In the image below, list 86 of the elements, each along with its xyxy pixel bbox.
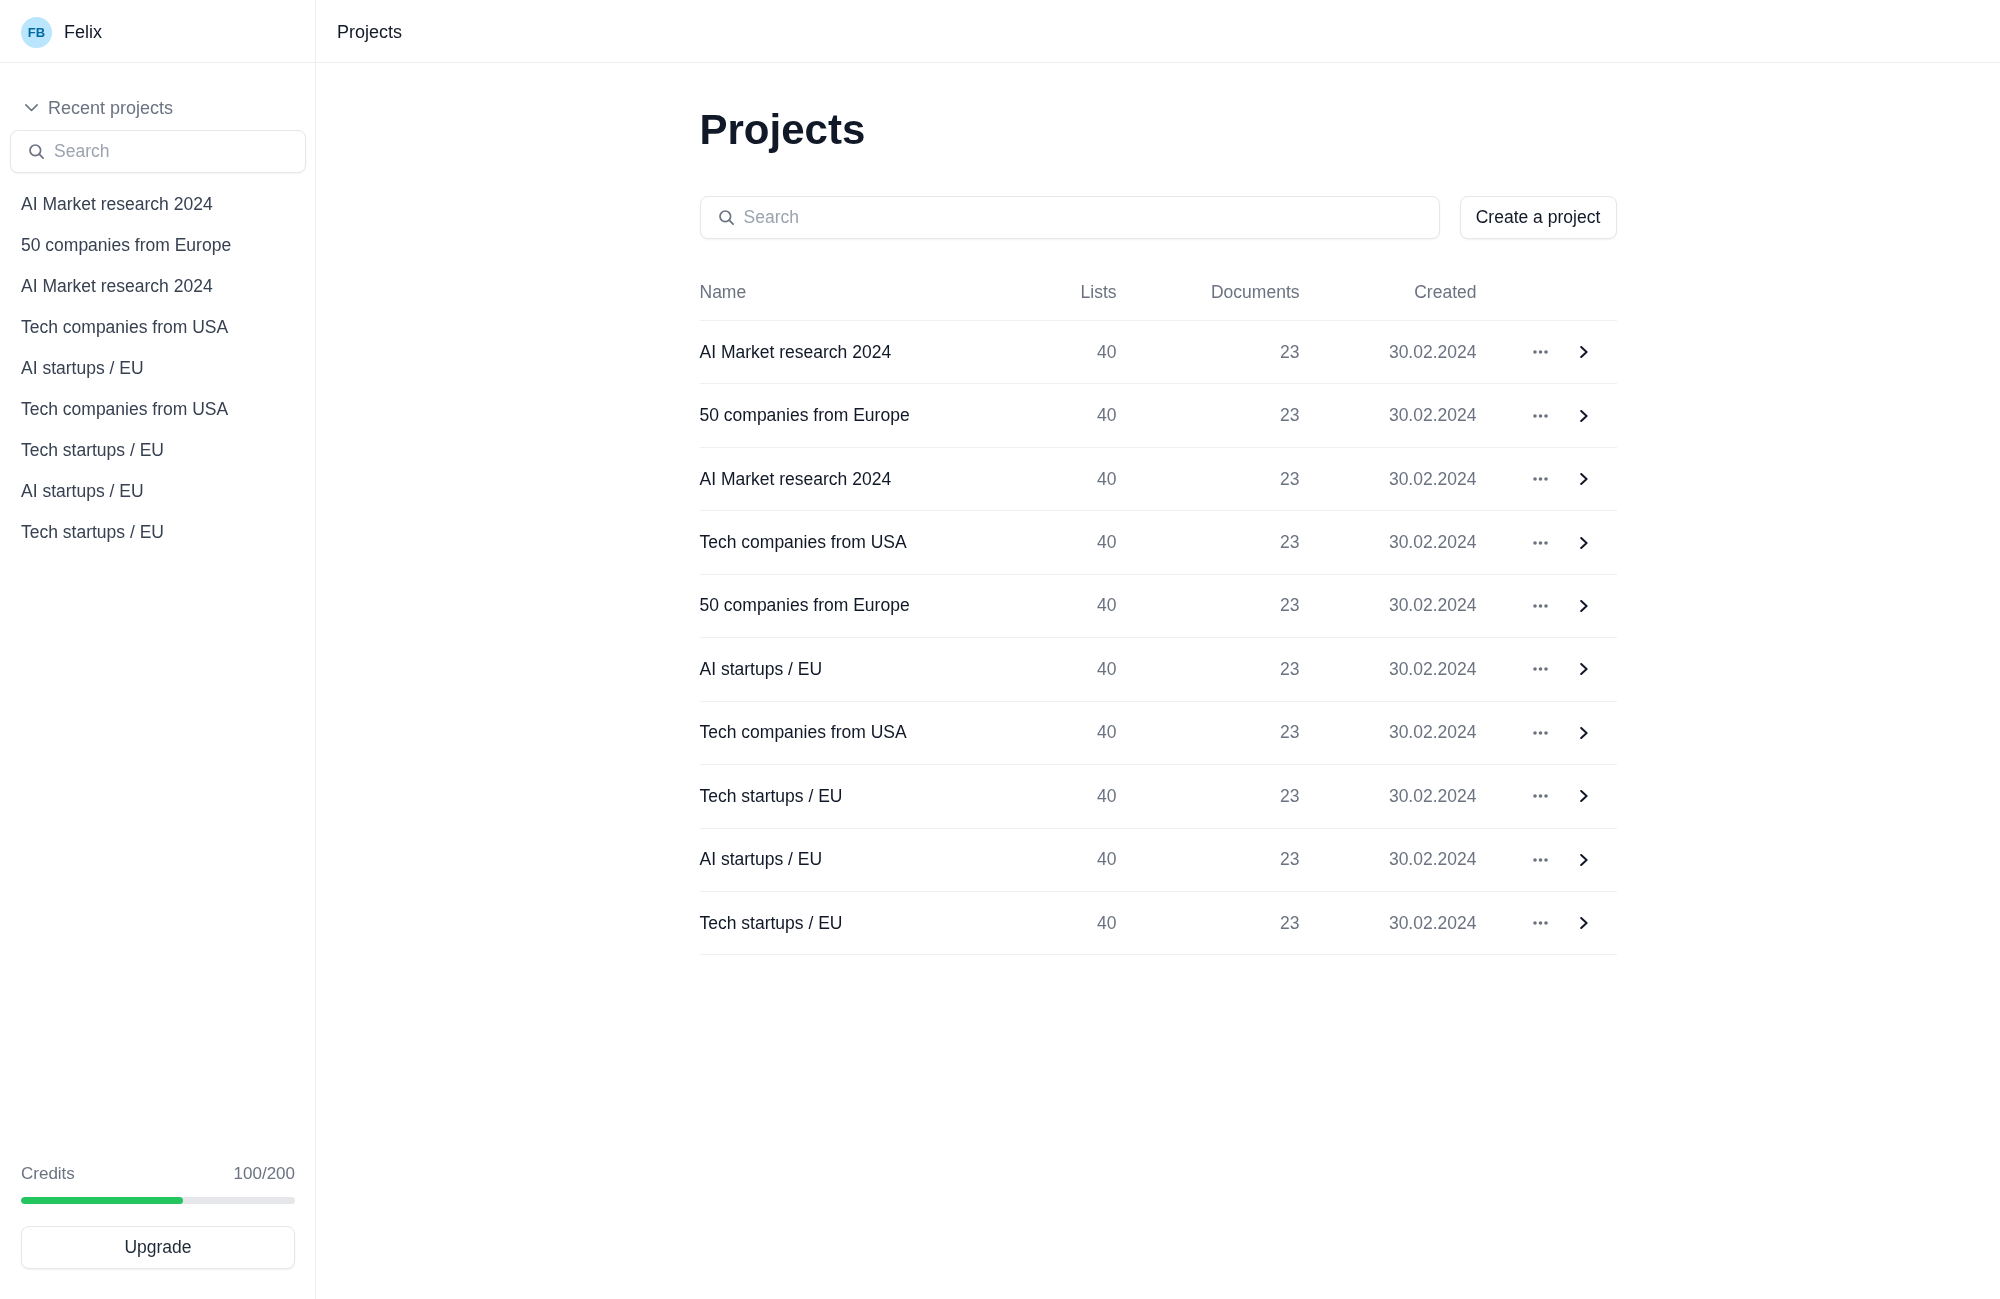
chevron-right-icon[interactable] <box>1579 473 1588 486</box>
documents-count: 23 <box>1280 912 1300 934</box>
chevron-right-icon[interactable] <box>1579 790 1588 803</box>
credits-label: Credits <box>21 1164 75 1184</box>
lists-count: 40 <box>1097 912 1117 934</box>
documents-count: 23 <box>1280 722 1300 744</box>
more-options-icon[interactable] <box>1532 413 1548 418</box>
chevron-right-icon[interactable] <box>1579 536 1588 549</box>
search-field[interactable]: Search <box>10 130 306 173</box>
more-options-icon[interactable] <box>1532 603 1548 608</box>
lists-count: 40 <box>1097 785 1117 807</box>
avatar-initials: FB <box>21 17 52 48</box>
documents-count: 23 <box>1280 658 1300 680</box>
page-title: Projects <box>699 105 866 155</box>
upgrade-button[interactable]: Upgrade <box>21 1226 295 1269</box>
credits-reading: 100/200 <box>233 1164 295 1184</box>
column-header: Created <box>1414 282 1477 304</box>
project-name: Tech startups / EU <box>699 785 843 807</box>
chevron-right-icon[interactable] <box>1579 853 1588 866</box>
sidebar-item[interactable]: 50 companies from Europe <box>21 231 232 259</box>
more-options-icon[interactable] <box>1532 667 1548 672</box>
documents-count: 23 <box>1280 532 1300 554</box>
column-header: Lists <box>1080 282 1117 304</box>
section-toggle[interactable]: Recent projects <box>25 93 174 123</box>
chevron-right-icon[interactable] <box>1579 917 1588 930</box>
sidebar-item[interactable]: Tech companies from USA <box>21 313 229 341</box>
project-name: AI Market research 2024 <box>699 468 892 490</box>
created-date: 30.02.2024 <box>1388 849 1477 871</box>
chevron-right-icon[interactable] <box>1579 346 1588 359</box>
created-date: 30.02.2024 <box>1388 532 1477 554</box>
sidebar-item[interactable]: Tech startups / EU <box>21 518 164 546</box>
column-header: Name <box>699 282 747 304</box>
project-name: Tech companies from USA <box>699 532 907 554</box>
created-date: 30.02.2024 <box>1388 785 1477 807</box>
more-options-icon[interactable] <box>1532 794 1548 799</box>
more-options-icon[interactable] <box>1532 477 1548 482</box>
chevron-right-icon[interactable] <box>1579 409 1588 422</box>
created-date: 30.02.2024 <box>1388 658 1477 680</box>
chevron-right-icon[interactable] <box>1579 726 1588 739</box>
documents-count: 23 <box>1280 595 1300 617</box>
search-icon <box>718 210 734 225</box>
more-options-icon[interactable] <box>1532 857 1548 862</box>
documents-count: 23 <box>1280 849 1300 871</box>
lists-count: 40 <box>1097 849 1117 871</box>
column-header: Documents <box>1211 282 1300 304</box>
sidebar-item[interactable]: Tech companies from USA <box>21 395 229 423</box>
search-icon <box>29 144 44 159</box>
more-options-icon[interactable] <box>1532 540 1548 545</box>
chevron-right-icon[interactable] <box>1579 663 1588 676</box>
chevron-right-icon[interactable] <box>1579 599 1588 612</box>
search-field[interactable]: Search <box>699 196 1440 239</box>
documents-count: 23 <box>1280 341 1300 363</box>
more-options-icon[interactable] <box>1532 350 1548 355</box>
sidebar-item[interactable]: AI Market research 2024 <box>21 190 213 218</box>
project-name: 50 companies from Europe <box>699 405 910 427</box>
project-name: AI startups / EU <box>699 849 823 871</box>
documents-count: 23 <box>1280 405 1300 427</box>
project-name: AI startups / EU <box>699 658 823 680</box>
created-date: 30.02.2024 <box>1388 912 1477 934</box>
lists-count: 40 <box>1097 405 1117 427</box>
more-options-icon[interactable] <box>1532 730 1548 735</box>
sidebar-item[interactable]: AI startups / EU <box>21 354 144 382</box>
lists-count: 40 <box>1097 722 1117 744</box>
create-project-button[interactable]: Create a project <box>1459 196 1617 239</box>
created-date: 30.02.2024 <box>1388 341 1477 363</box>
project-name: AI Market research 2024 <box>699 341 892 363</box>
created-date: 30.02.2024 <box>1388 595 1477 617</box>
sidebar-item[interactable]: Tech startups / EU <box>21 436 164 464</box>
project-name: Tech startups / EU <box>699 912 843 934</box>
sidebar-item[interactable]: AI Market research 2024 <box>21 272 213 300</box>
documents-count: 23 <box>1280 468 1300 490</box>
created-date: 30.02.2024 <box>1388 722 1477 744</box>
project-name: Tech companies from USA <box>699 722 907 744</box>
lists-count: 40 <box>1097 341 1117 363</box>
breadcrumb-title: Projects <box>337 22 403 43</box>
user-name: Felix <box>64 22 102 43</box>
lists-count: 40 <box>1097 595 1117 617</box>
project-name: 50 companies from Europe <box>699 595 910 617</box>
sidebar-item[interactable]: AI startups / EU <box>21 477 144 505</box>
more-options-icon[interactable] <box>1532 921 1548 926</box>
created-date: 30.02.2024 <box>1388 468 1477 490</box>
lists-count: 40 <box>1097 468 1117 490</box>
created-date: 30.02.2024 <box>1388 405 1477 427</box>
documents-count: 23 <box>1280 785 1300 807</box>
lists-count: 40 <box>1097 658 1117 680</box>
lists-count: 40 <box>1097 532 1117 554</box>
